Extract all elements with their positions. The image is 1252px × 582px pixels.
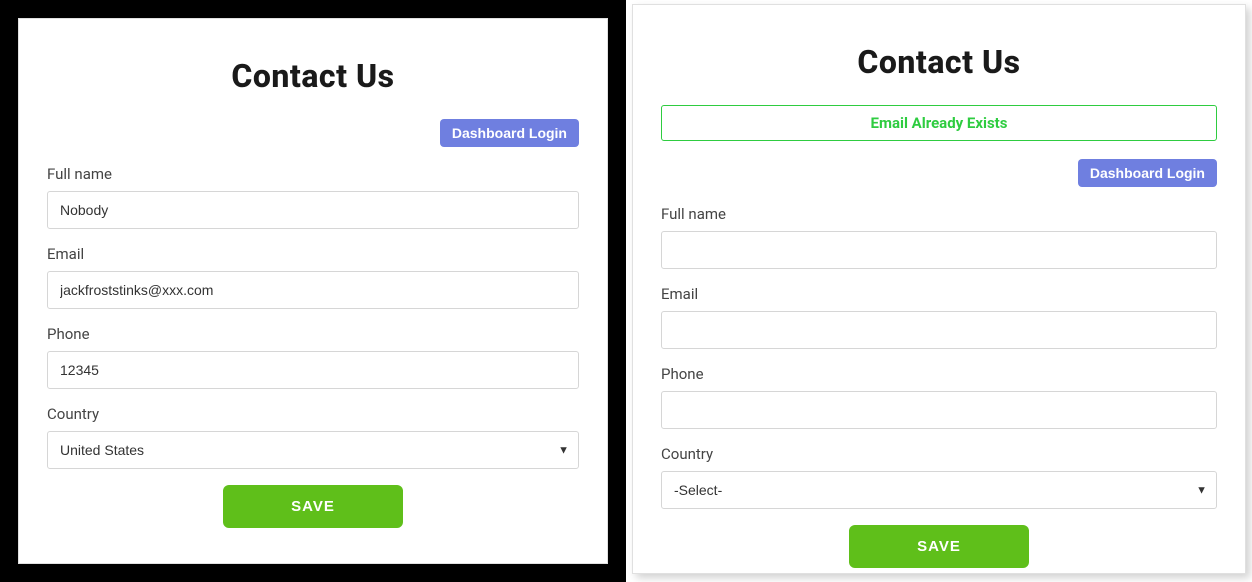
dashboard-login-button[interactable]: Dashboard Login	[1078, 159, 1217, 187]
country-select-wrapper: -Select- ▼	[661, 471, 1217, 509]
email-group: Email	[47, 245, 579, 309]
fullname-input[interactable]	[47, 191, 579, 229]
phone-group: Phone	[661, 365, 1217, 429]
email-label: Email	[47, 245, 579, 263]
top-actions: Dashboard Login	[47, 119, 579, 147]
page-title: Contact Us	[661, 43, 1217, 81]
email-input[interactable]	[661, 311, 1217, 349]
save-button[interactable]: SAVE	[223, 485, 403, 528]
phone-label: Phone	[47, 325, 579, 343]
country-group: Country -Select- ▼	[661, 445, 1217, 509]
page-title: Contact Us	[47, 57, 579, 95]
country-label: Country	[47, 405, 579, 423]
save-row: SAVE	[661, 525, 1217, 568]
country-group: Country United States ▼	[47, 405, 579, 469]
alert-message: Email Already Exists	[661, 105, 1217, 141]
email-input[interactable]	[47, 271, 579, 309]
fullname-input[interactable]	[661, 231, 1217, 269]
fullname-label: Full name	[47, 165, 579, 183]
fullname-label: Full name	[661, 205, 1217, 223]
country-select[interactable]: -Select-	[661, 471, 1217, 509]
contact-card-left: Contact Us Dashboard Login Full name Ema…	[18, 18, 608, 564]
left-panel: Contact Us Dashboard Login Full name Ema…	[0, 0, 626, 582]
fullname-group: Full name	[661, 205, 1217, 269]
country-select-wrapper: United States ▼	[47, 431, 579, 469]
right-panel: Contact Us Email Already Exists Dashboar…	[626, 0, 1252, 582]
fullname-group: Full name	[47, 165, 579, 229]
contact-card-right: Contact Us Email Already Exists Dashboar…	[632, 4, 1246, 574]
save-row: SAVE	[47, 485, 579, 528]
country-label: Country	[661, 445, 1217, 463]
top-actions: Dashboard Login	[661, 159, 1217, 187]
phone-input[interactable]	[661, 391, 1217, 429]
country-select[interactable]: United States	[47, 431, 579, 469]
email-group: Email	[661, 285, 1217, 349]
phone-input[interactable]	[47, 351, 579, 389]
phone-label: Phone	[661, 365, 1217, 383]
dashboard-login-button[interactable]: Dashboard Login	[440, 119, 579, 147]
phone-group: Phone	[47, 325, 579, 389]
email-label: Email	[661, 285, 1217, 303]
save-button[interactable]: SAVE	[849, 525, 1029, 568]
